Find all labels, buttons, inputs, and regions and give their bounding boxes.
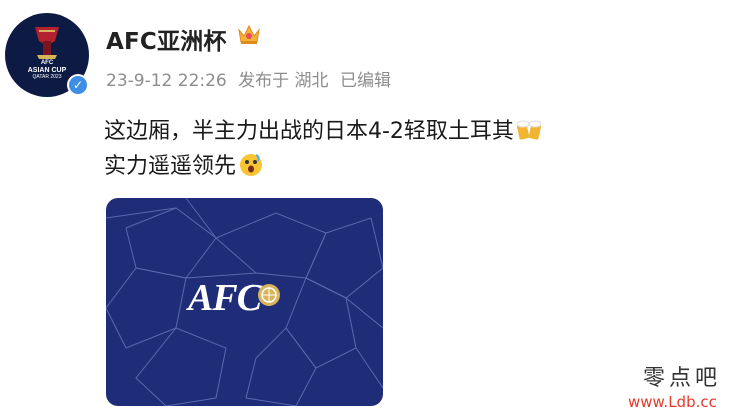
post-text-line-2: 实力遥遥领先 [104,148,264,180]
afc-globe-icon [258,284,280,306]
verified-badge: ✓ [67,74,89,96]
post-datetime: 23-9-12 22:26 [106,71,227,91]
post-text-1: 这边厢，半主力出战的日本4-2轻取土耳其 [104,119,514,144]
post-meta: 23-9-12 22:26 发布于 湖北 已编辑 [106,66,397,91]
watermark-cn: 零点吧 [643,366,722,391]
avatar-text-asian-cup: ASIAN CUP [27,67,67,74]
watermark-url: www.Ldb.cc [628,393,717,411]
post-edited-label[interactable]: 已编辑 [340,71,391,91]
post-image[interactable]: AFC [106,198,383,406]
afc-logo-text: AFC [188,277,262,319]
shocked-face-icon [240,154,263,176]
verified-check-icon: ✓ [69,76,87,94]
account-name[interactable]: AFC亚洲杯 [106,22,227,56]
avatar-text-afc: AFC [40,60,54,66]
post-text-2: 实力遥遥领先 [104,154,237,179]
post-location: 发布于 湖北 [238,71,329,91]
post-text-line-1: 这边厢，半主力出战的日本4-2轻取土耳其 [104,113,542,145]
beer-cheers-icon [516,120,542,140]
crown-icon [238,24,260,44]
